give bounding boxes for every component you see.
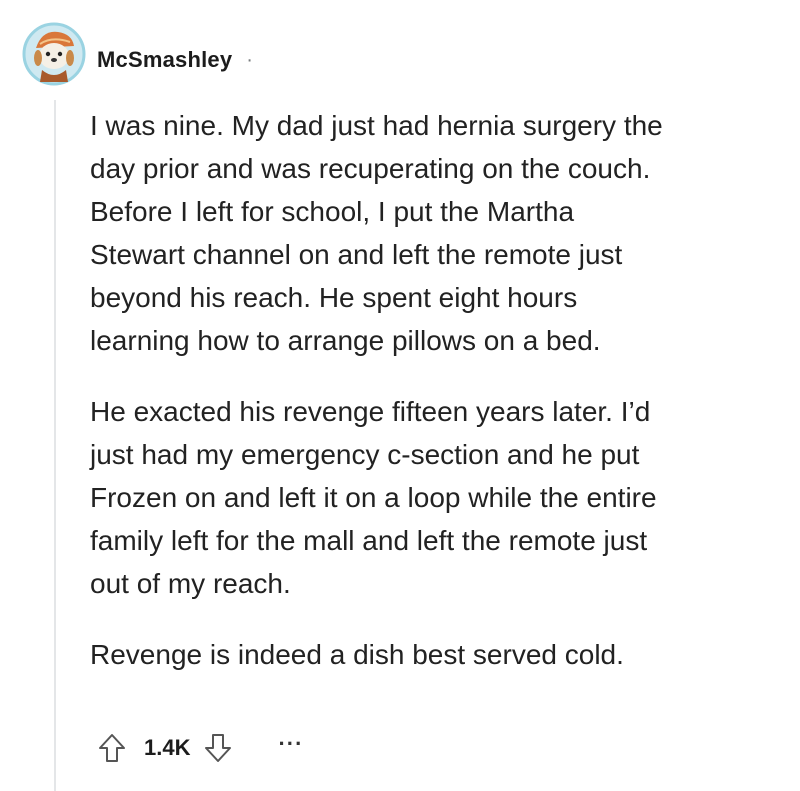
separator-dot: · [246,49,253,71]
thread-line [54,100,56,791]
comment-body: I was nine. My dad just had hernia surge… [90,104,790,676]
comment-actions: 1.4K ··· [96,728,303,768]
avatar-image [22,22,86,86]
more-options-icon[interactable]: ··· [278,733,303,763]
username[interactable]: McSmashley [97,47,232,73]
vote-score: 1.4K [144,735,191,760]
comment-paragraph-2: He exacted his revenge fifteen years lat… [90,396,657,599]
comment-paragraph-1: I was nine. My dad just had hernia surge… [90,110,663,356]
redacted-timestamp [266,47,367,73]
comment-header: McSmashley · [97,44,367,76]
comment-paragraph-3: Revenge is indeed a dish best served col… [90,639,624,670]
downvote-arrow-icon[interactable] [202,731,234,765]
avatar[interactable] [22,22,86,86]
upvote-arrow-icon[interactable] [96,731,128,765]
